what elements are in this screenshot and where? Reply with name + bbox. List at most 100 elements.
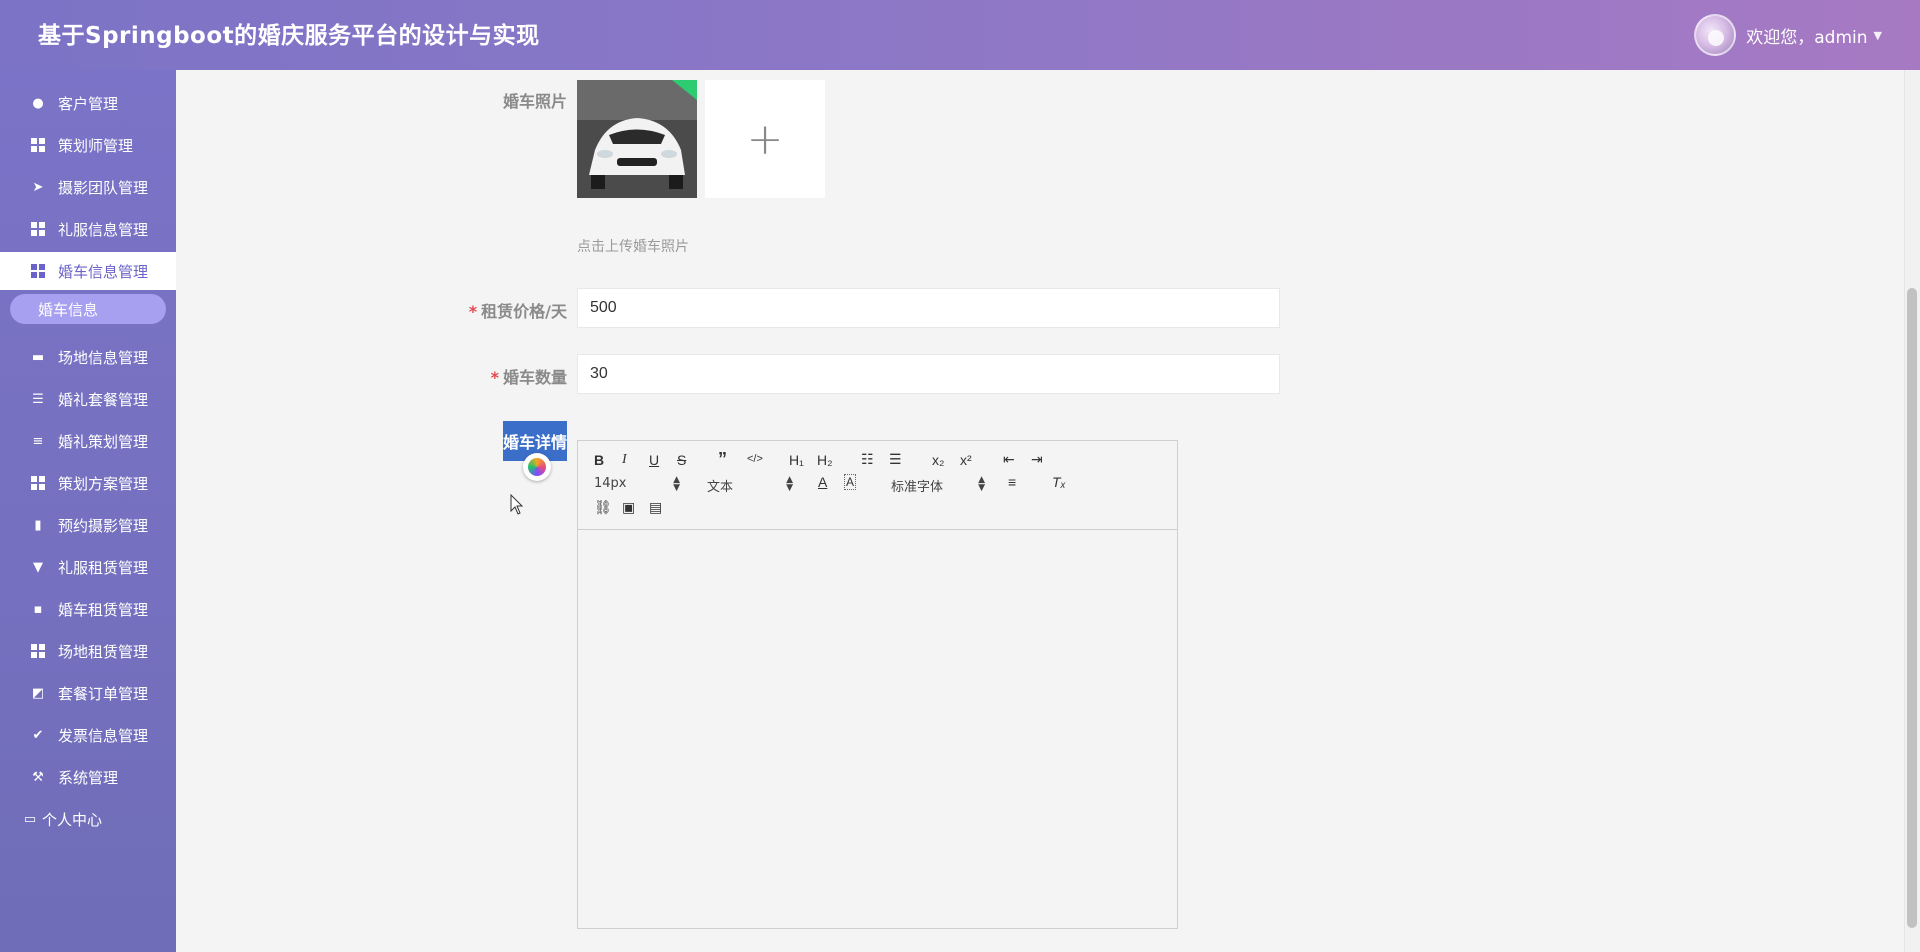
sidebar: ● 客户管理 策划师管理 ➤ 摄影团队管理 礼服信息管理 婚车信息管理 婚车信息… [0,70,176,952]
editor-content-area[interactable] [578,530,1177,928]
mouse-pointer-icon [510,494,524,515]
send-icon: ➤ [32,179,44,195]
select-arrow-icon: ▲ ▼ [978,475,985,493]
blockquote-icon[interactable]: ” [718,449,727,470]
car-photo-thumbnail[interactable] [577,80,697,198]
sidebar-subitem-car[interactable]: 婚车信息 [10,294,166,324]
rich-text-editor[interactable]: B I U S ” </> H₁ H₂ ☷ ☰ x₂ x² ⇤ ⇥ 14px ▲… [577,440,1178,929]
list-icon: ≡ [32,433,44,449]
upload-add-button[interactable]: + [705,80,825,198]
qty-label: * 婚车数量 [367,364,567,388]
sidebar-item-label: 预约摄影管理 [58,516,149,535]
sidebar-item-dress-info[interactable]: 礼服信息管理 [0,210,176,248]
clear-format-icon[interactable]: Tₓ [1052,474,1066,490]
sidebar-item-label: 婚车信息管理 [58,262,149,281]
bold-icon[interactable]: B [594,452,604,468]
welcome-text[interactable]: 欢迎您，admin [1746,23,1867,48]
sidebar-item-label: 场地信息管理 [58,348,149,367]
grid-icon [30,221,46,237]
sidebar-item-packages[interactable]: ☰ 婚礼套餐管理 [0,380,176,418]
sidebar-item-car-info[interactable]: 婚车信息管理 [0,252,176,290]
caret-down-icon[interactable]: ▼ [1874,29,1882,42]
sidebar-item-personal[interactable]: ▭ 个人中心 [0,800,176,838]
sidebar-item-venue-info[interactable]: ▬ 场地信息管理 [0,338,176,376]
sidebar-item-label: 客户管理 [58,94,119,113]
strikethrough-icon[interactable]: S [677,452,686,468]
required-mark: * [468,302,478,321]
sliders-icon: ☰ [32,391,44,407]
select-arrow-icon: ▲ ▼ [786,475,793,493]
brush-icon: ▼ [33,559,43,575]
outdent-icon[interactable]: ⇤ [1003,451,1015,468]
sidebar-item-photo-booking[interactable]: ▮ 预约摄影管理 [0,506,176,544]
photo-label: 婚车照片 [502,92,567,111]
sidebar-item-label: 发票信息管理 [58,726,149,745]
sidebar-item-label: 场地租赁管理 [58,642,149,661]
sidebar-item-label: 婚礼套餐管理 [58,390,149,409]
price-label: * 租赁价格/天 [367,298,567,322]
sidebar-item-label: 策划师管理 [58,136,134,155]
upload-hint: 点击上传婚车照片 [577,239,689,255]
ordered-list-icon[interactable]: ☷ [861,451,874,468]
sidebar-item-label: 个人中心 [42,810,103,829]
font-color-icon[interactable]: A [818,474,827,490]
qty-input[interactable]: 30 [577,354,1280,394]
font-size-select[interactable]: 14px ▲ ▼ [594,476,680,493]
scrollbar-thumb[interactable] [1907,288,1917,928]
sidebar-item-car-rental[interactable]: ▪ 婚车租赁管理 [0,590,176,628]
editor-toolbar: B I U S ” </> H₁ H₂ ☷ ☰ x₂ x² ⇤ ⇥ 14px ▲… [578,441,1177,530]
grid-icon [30,137,46,153]
sidebar-item-label: 礼服信息管理 [58,220,149,239]
page-scrollbar[interactable] [1904,70,1920,952]
background-color-icon[interactable]: A [844,474,857,490]
card-icon: ▭ [23,811,37,827]
sidebar-item-package-orders[interactable]: ◩ 套餐订单管理 [0,674,176,712]
header-select[interactable]: 文本 ▲ ▼ [707,475,793,496]
plus-icon: + [746,113,784,165]
extension-badge-icon[interactable] [523,453,551,481]
sidebar-item-photo-team[interactable]: ➤ 摄影团队管理 [0,168,176,206]
price-label-text: 租赁价格/天 [481,302,567,321]
chart-icon: ◩ [31,685,45,701]
sidebar-subitem-label: 婚车信息 [38,300,99,319]
page-title: 基于Springboot的婚庆服务平台的设计与实现 [38,23,540,49]
underline-icon[interactable]: U [649,452,659,468]
sidebar-item-label: 套餐订单管理 [58,684,149,703]
sidebar-item-planners[interactable]: 策划师管理 [0,126,176,164]
h2-icon[interactable]: H₂ [817,452,833,468]
image-icon[interactable]: ▣ [622,499,635,516]
sidebar-item-label: 婚礼策划管理 [58,432,149,451]
indent-icon[interactable]: ⇥ [1031,451,1043,468]
sidebar-item-system[interactable]: ⚒ 系统管理 [0,758,176,796]
font-family-value: 标准字体 [891,480,944,495]
bullet-list-icon[interactable]: ☰ [889,451,902,468]
sidebar-item-label: 摄影团队管理 [58,178,149,197]
h1-icon[interactable]: H₁ [789,452,804,468]
clipboard-icon: ✔ [32,727,44,743]
sidebar-item-label: 婚车租赁管理 [58,600,149,619]
subscript-icon[interactable]: x₂ [932,452,944,468]
car-image [577,80,697,198]
superscript-icon[interactable]: x² [960,452,972,468]
sidebar-item-plans[interactable]: 策划方案管理 [0,464,176,502]
link-icon[interactable]: ⛓ [594,499,612,516]
grid-icon [30,643,46,659]
font-family-select[interactable]: 标准字体 ▲ ▼ [891,475,985,496]
chat-icon: ▪ [33,601,43,617]
header-select-value: 文本 [707,480,734,495]
sidebar-item-invoices[interactable]: ✔ 发票信息管理 [0,716,176,754]
italic-icon[interactable]: I [622,452,627,468]
sidebar-item-customers[interactable]: ● 客户管理 [0,84,176,122]
align-icon[interactable]: ≡ [1008,474,1016,490]
tools-icon: ⚒ [32,769,44,785]
sidebar-item-venue-rental[interactable]: 场地租赁管理 [0,632,176,670]
sidebar-item-dress-rental[interactable]: ▼ 礼服租赁管理 [0,548,176,586]
avatar[interactable] [1694,14,1737,56]
video-icon[interactable]: ▤ [649,499,662,516]
code-icon[interactable]: </> [747,453,763,465]
price-input[interactable]: 500 [577,288,1280,328]
font-size-value: 14px [594,476,627,491]
sidebar-item-planning[interactable]: ≡ 婚礼策划管理 [0,422,176,460]
sidebar-item-label: 系统管理 [58,768,119,787]
user-menu[interactable]: 欢迎您，admin ▼ [1694,14,1882,56]
